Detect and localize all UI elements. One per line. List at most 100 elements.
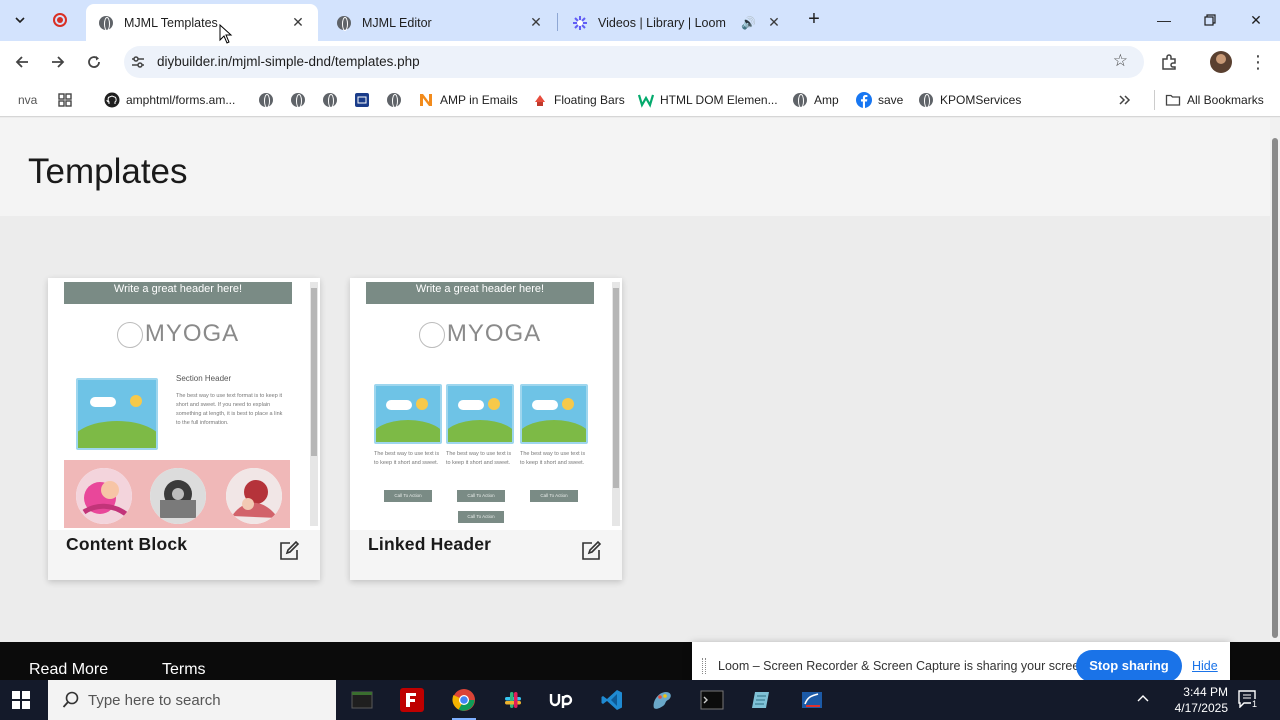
taskbar-app-slack-icon[interactable] bbox=[499, 686, 527, 714]
bookmark-nva[interactable]: nva bbox=[18, 91, 37, 109]
browser-toolbar: diybuilder.in/mjml-simple-dnd/templates.… bbox=[0, 41, 1280, 83]
page-scrollbar-thumb[interactable] bbox=[1272, 138, 1278, 638]
taskbar-app-upwork-icon[interactable] bbox=[548, 686, 576, 714]
facebook-icon bbox=[856, 92, 872, 108]
template-preview[interactable]: Write a great header here! MYOGA Section… bbox=[48, 278, 320, 530]
speaker-icon[interactable]: 🔊 bbox=[741, 16, 756, 30]
preview-scrollbar[interactable] bbox=[310, 282, 318, 526]
globe-icon bbox=[336, 15, 352, 31]
tab-loom-library[interactable]: Videos | Library | Loom 🔊 ✕ bbox=[560, 4, 794, 41]
globe-icon bbox=[918, 92, 934, 108]
bookmark-blue-site[interactable] bbox=[354, 91, 376, 109]
minimize-icon[interactable]: — bbox=[1141, 6, 1187, 34]
card-title: Content Block bbox=[66, 534, 188, 554]
w-logo-icon bbox=[638, 92, 654, 108]
yoga-logo-icon bbox=[418, 321, 445, 348]
restore-icon[interactable] bbox=[1187, 6, 1233, 34]
close-tab-icon[interactable]: ✕ bbox=[290, 14, 306, 31]
extensions-icon[interactable] bbox=[1158, 51, 1180, 73]
drag-handle-icon[interactable] bbox=[702, 658, 706, 674]
bookmark-globe-3[interactable] bbox=[322, 91, 344, 109]
tab-title: MJML Templates bbox=[124, 15, 218, 30]
logo-text: MYOGA bbox=[446, 320, 542, 347]
bookmark-save[interactable]: save bbox=[856, 91, 903, 109]
bookmark-globe-1[interactable] bbox=[258, 91, 280, 109]
windows-start-icon[interactable] bbox=[12, 691, 30, 709]
site-info-icon[interactable] bbox=[130, 54, 146, 70]
bookmarks-bar: nva amphtml/forms.am... AMP in Emails Fl… bbox=[0, 83, 1280, 117]
url-text[interactable]: diybuilder.in/mjml-simple-dnd/templates.… bbox=[157, 54, 420, 69]
bookmark-floating-bars[interactable]: Floating Bars bbox=[532, 91, 625, 109]
close-tab-icon[interactable]: ✕ bbox=[766, 14, 782, 31]
taskbar-app-cmd-icon[interactable] bbox=[698, 686, 726, 714]
tab-mjml-editor[interactable]: MJML Editor ✕ bbox=[324, 4, 556, 41]
preview-column-text: The best way to use text is to keep it s… bbox=[374, 451, 440, 466]
bookmark-html-dom[interactable]: HTML DOM Elemen... bbox=[638, 91, 778, 109]
taskbar-app-terminal-icon[interactable] bbox=[348, 686, 376, 714]
taskbar-app-notepad-icon[interactable] bbox=[748, 686, 776, 714]
terms-link[interactable]: Terms bbox=[162, 661, 206, 679]
clock-time: 3:44 PM bbox=[1183, 685, 1228, 699]
page-header: Templates bbox=[0, 118, 1270, 216]
n-logo-icon bbox=[418, 92, 434, 108]
recording-icon[interactable] bbox=[48, 8, 72, 32]
edit-icon[interactable] bbox=[580, 540, 602, 562]
template-card-linked-header[interactable]: Write a great header here! MYOGA The bes… bbox=[350, 278, 622, 580]
globe-icon bbox=[792, 92, 808, 108]
taskbar-app-chrome-icon[interactable] bbox=[450, 686, 478, 720]
preview-scrollbar[interactable] bbox=[612, 282, 620, 526]
edit-icon[interactable] bbox=[278, 540, 300, 562]
reload-icon[interactable] bbox=[82, 50, 106, 74]
close-window-icon[interactable]: ✕ bbox=[1233, 6, 1279, 34]
menu-kebab-icon[interactable]: ⋮ bbox=[1247, 51, 1269, 73]
bookmark-kpomservices[interactable]: KPOMServices bbox=[918, 91, 1021, 109]
bookmark-globe-4[interactable] bbox=[386, 91, 408, 109]
apps-grid-icon[interactable] bbox=[58, 91, 72, 109]
globe-icon bbox=[386, 92, 402, 108]
image-placeholder bbox=[446, 384, 514, 444]
image-placeholder bbox=[76, 378, 158, 450]
taskbar-search-box[interactable]: Type here to search bbox=[48, 680, 336, 720]
bookmark-label: amphtml/forms.am... bbox=[126, 93, 236, 107]
address-bar[interactable]: diybuilder.in/mjml-simple-dnd/templates.… bbox=[124, 46, 1144, 78]
template-card-content-block[interactable]: Write a great header here! MYOGA Section… bbox=[48, 278, 320, 580]
taskbar-app-vscode-icon[interactable] bbox=[598, 686, 626, 714]
taskbar-app-filezilla-icon[interactable] bbox=[398, 686, 426, 714]
tab-title: MJML Editor bbox=[362, 15, 432, 30]
template-preview[interactable]: Write a great header here! MYOGA The bes… bbox=[350, 278, 622, 530]
read-more-link[interactable]: Read More bbox=[29, 661, 108, 679]
globe-icon bbox=[258, 92, 274, 108]
globe-icon bbox=[290, 92, 306, 108]
bookmark-star-icon[interactable]: ☆ bbox=[1113, 51, 1128, 71]
preview-logo: MYOGA bbox=[64, 320, 292, 348]
logo-text: MYOGA bbox=[144, 320, 240, 347]
preview-header-bar: Write a great header here! bbox=[64, 282, 292, 304]
preview-circle-image bbox=[150, 468, 206, 524]
bookmark-amphtml-forms[interactable]: amphtml/forms.am... bbox=[104, 91, 235, 109]
all-bookmarks[interactable]: All Bookmarks bbox=[1154, 90, 1264, 110]
hide-link[interactable]: Hide bbox=[1192, 659, 1218, 673]
tab-search-chevron-icon[interactable] bbox=[8, 8, 32, 32]
new-tab-icon[interactable]: + bbox=[802, 8, 826, 32]
tab-title: Videos | Library | Loom bbox=[598, 15, 726, 30]
bookmark-globe-2[interactable] bbox=[290, 91, 312, 109]
taskbar-app-sql-icon[interactable] bbox=[798, 686, 826, 714]
bookmark-amp-in-emails[interactable]: AMP in Emails bbox=[418, 91, 518, 109]
page-content: Templates Write a great header here! MYO… bbox=[0, 118, 1270, 642]
stop-sharing-button[interactable]: Stop sharing bbox=[1076, 650, 1182, 682]
tab-strip: MJML Templates ✕ MJML Editor ✕ Videos | … bbox=[0, 0, 1280, 41]
notification-center-icon[interactable]: 1 bbox=[1238, 690, 1260, 710]
taskbar-clock[interactable]: 3:44 PM 4/17/2025 bbox=[1148, 684, 1228, 720]
forward-arrow-icon[interactable] bbox=[46, 50, 70, 74]
more-bookmarks-chevron-icon[interactable] bbox=[1118, 91, 1132, 109]
floating-bars-icon bbox=[532, 92, 548, 108]
notification-count: 1 bbox=[1251, 699, 1259, 709]
close-tab-icon[interactable]: ✕ bbox=[528, 14, 544, 31]
bookmark-label: HTML DOM Elemen... bbox=[660, 93, 778, 107]
profile-avatar[interactable] bbox=[1210, 51, 1232, 73]
bookmark-label: Floating Bars bbox=[554, 93, 625, 107]
back-arrow-icon[interactable] bbox=[10, 50, 34, 74]
tab-mjml-templates[interactable]: MJML Templates ✕ bbox=[86, 4, 318, 41]
taskbar-app-paint-icon[interactable] bbox=[648, 686, 676, 714]
bookmark-amp[interactable]: Amp bbox=[792, 91, 839, 109]
